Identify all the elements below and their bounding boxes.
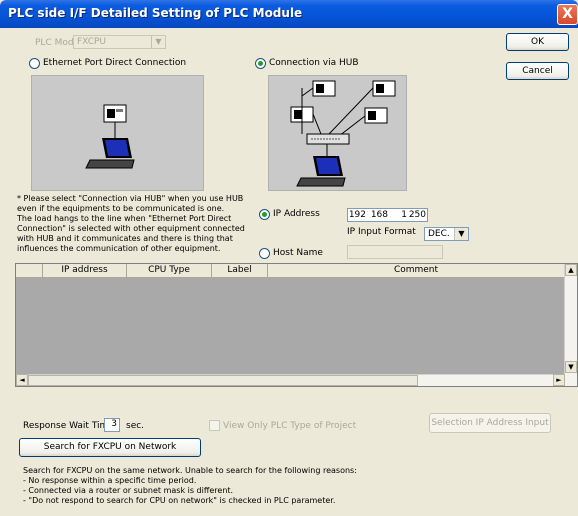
view-only-label: View Only PLC Type of Project: [223, 421, 357, 431]
plc-mode-value: FXCPU: [77, 37, 106, 47]
horizontal-scrollbar[interactable]: ◄ ►: [16, 374, 565, 386]
ip-format-value: DEC.: [428, 229, 450, 239]
response-wait-input[interactable]: 3: [104, 418, 120, 432]
search-results-table[interactable]: IP address CPU Type Label Comment ▲ ▼ ◄ …: [15, 263, 578, 387]
direct-connection-diagram: [31, 75, 204, 191]
cancel-button[interactable]: Cancel: [506, 62, 569, 80]
scroll-left-icon[interactable]: ◄: [16, 374, 28, 386]
ok-button[interactable]: OK: [506, 33, 569, 51]
ip-address-label: IP Address: [273, 209, 320, 219]
ip-octet-2: 168: [370, 210, 388, 220]
hub-connection-radio[interactable]: [255, 58, 266, 69]
view-only-checkbox[interactable]: [209, 420, 220, 431]
scroll-down-icon[interactable]: ▼: [565, 361, 577, 373]
plc-laptop-icon: [85, 104, 135, 169]
scroll-up-icon[interactable]: ▲: [565, 264, 577, 276]
host-name-radio[interactable]: [259, 248, 270, 259]
title-bar: PLC side I/F Detailed Setting of PLC Mod…: [0, 0, 578, 28]
chevron-down-icon: ▼: [454, 228, 468, 240]
response-wait-label: Response Wait Time: [23, 421, 114, 431]
close-button[interactable]: X: [557, 4, 578, 25]
hub-connection-label: Connection via HUB: [269, 58, 359, 68]
ip-address-radio[interactable]: [259, 209, 270, 220]
hub-connection-diagram: [268, 75, 407, 191]
horizontal-scroll-thumb[interactable]: [28, 375, 418, 386]
table-header-label[interactable]: Label: [212, 264, 268, 278]
network-hub-icon: [290, 80, 396, 187]
chevron-down-icon: ▼: [151, 36, 165, 48]
search-info-text: Search for FXCPU on the same network. Un…: [23, 466, 357, 505]
ip-octet-3: 1: [401, 210, 407, 220]
selection-ip-button[interactable]: Selection IP Address Input: [429, 413, 551, 433]
ip-address-input[interactable]: 192 168 1 250: [347, 208, 428, 222]
dialog-window: PLC side I/F Detailed Setting of PLC Mod…: [0, 0, 578, 516]
direct-connection-radio[interactable]: [29, 58, 40, 69]
ip-format-label: IP Input Format: [347, 227, 416, 237]
search-network-button[interactable]: Search for FXCPU on Network: [19, 438, 201, 457]
vertical-scrollbar[interactable]: ▲ ▼: [564, 264, 577, 386]
table-header-comment[interactable]: Comment: [268, 264, 565, 278]
scroll-right-icon[interactable]: ►: [553, 374, 565, 386]
ip-octet-1: 192: [348, 210, 366, 220]
hub-note-text: * Please select "Connection via HUB" whe…: [17, 194, 245, 253]
host-name-label: Host Name: [273, 248, 323, 258]
response-wait-unit: sec.: [126, 421, 145, 431]
host-name-input[interactable]: [347, 245, 443, 259]
table-header-ip[interactable]: IP address: [43, 264, 127, 278]
plc-mode-select[interactable]: FXCPU ▼: [73, 35, 166, 49]
table-header-rownum: [16, 264, 43, 278]
ip-octet-4: 250: [408, 210, 426, 220]
direct-connection-label: Ethernet Port Direct Connection: [43, 58, 187, 68]
window-title: PLC side I/F Detailed Setting of PLC Mod…: [8, 6, 303, 20]
table-header-cpu[interactable]: CPU Type: [127, 264, 212, 278]
ip-format-select[interactable]: DEC. ▼: [424, 227, 469, 241]
